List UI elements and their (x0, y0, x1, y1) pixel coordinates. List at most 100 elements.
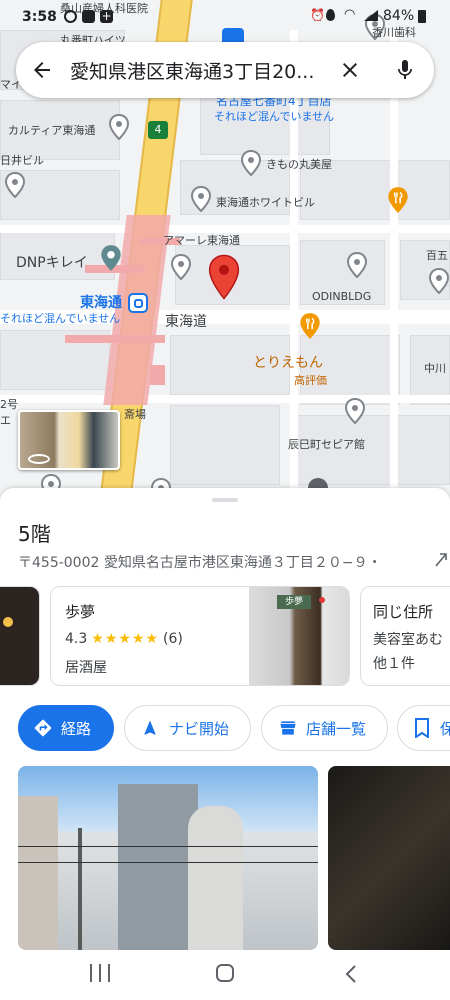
poi-pin-icon[interactable] (190, 186, 212, 212)
map-label[interactable]: 東海通ホワイトビル (216, 194, 315, 210)
map-block (170, 405, 280, 485)
recent-apps-button[interactable] (90, 964, 110, 984)
map-label[interactable]: ODINBLDG (312, 290, 371, 303)
place-category: 居酒屋 (65, 660, 107, 676)
start-navigation-button[interactable]: ナビ開始 (124, 705, 251, 751)
plus-icon: + (100, 9, 113, 23)
map-label[interactable]: 辰巳町セピア館 (288, 436, 365, 452)
bookmark-icon (415, 718, 429, 738)
poi-pin-icon[interactable] (240, 150, 262, 176)
photo-building (188, 806, 243, 950)
arrow-left-icon[interactable] (30, 58, 54, 82)
photo-wire (18, 862, 318, 863)
bar (108, 964, 110, 982)
app-notification-icon (82, 10, 95, 23)
bar (90, 964, 92, 982)
poi-pin-icon[interactable] (108, 114, 130, 140)
same-address-title: 同じ住所 (373, 603, 434, 621)
shop-sign: 歩夢 (277, 595, 311, 609)
same-address-more: 他１件 (373, 656, 415, 672)
place-photo[interactable]: 歩夢 (249, 587, 349, 685)
place-bottom-sheet[interactable]: 5階 〒455-0002 愛知県名古屋市港区東海通３丁目２０−９・ 歩夢 4.3… (0, 488, 450, 950)
status-bar: 桑山産婦人科医院 3:58 + ⏰ ◠ 84% 香川歯科 (0, 0, 450, 39)
location-icon (326, 9, 335, 21)
store-list-button[interactable]: 店舗一覧 (261, 705, 388, 751)
place-photo-secondary[interactable] (328, 766, 450, 950)
poi-pin-icon[interactable] (170, 254, 192, 280)
nearby-place-name: 歩夢 (65, 603, 96, 621)
status-time: 3:58 (22, 9, 57, 25)
start-navigation-label: ナビ開始 (169, 719, 230, 738)
train-station-icon[interactable] (128, 293, 148, 313)
store-list-label: 店舗一覧 (306, 719, 367, 738)
map-label[interactable]: 斎場 (124, 406, 146, 422)
restaurant-pin-icon[interactable] (298, 312, 322, 340)
rating-label: 高評価 (294, 374, 327, 387)
map-label: 2号 (0, 398, 18, 411)
photo-wire (18, 846, 318, 847)
map-label[interactable]: カルティア東海通 (8, 122, 95, 138)
map-label: 中川 (424, 362, 446, 375)
street-view-360-icon (28, 454, 50, 464)
nearby-photo-card[interactable] (0, 586, 40, 686)
review-count: (6) (163, 631, 183, 647)
photo-light (319, 597, 325, 603)
microphone-icon[interactable] (393, 58, 417, 82)
place-photo-main[interactable] (18, 766, 318, 950)
crowd-label: それほど混んでいません (214, 110, 335, 123)
crowd-label: それほど混んでいません (0, 312, 121, 325)
restaurant-pin-icon[interactable] (386, 186, 410, 214)
nearby-place-card[interactable]: 歩夢 4.3 ★★★★★ (6) 居酒屋 歩夢 (50, 586, 350, 686)
close-icon[interactable] (338, 58, 362, 82)
map-road (390, 30, 398, 500)
map-label[interactable]: DNPキレイ (16, 252, 88, 272)
storefront-icon (280, 721, 296, 735)
rating-value: 4.3 (65, 631, 88, 647)
drag-handle[interactable] (212, 498, 238, 502)
system-navigation-bar (0, 950, 450, 1000)
map-label: エ (0, 414, 11, 427)
station-label[interactable]: 東海通 (80, 292, 122, 312)
street-label: 東海道 (165, 314, 207, 330)
poi-pin-icon[interactable] (344, 398, 366, 424)
same-address-card[interactable]: 同じ住所 美容室あむ 他１件 (360, 586, 450, 686)
map-label[interactable]: アマーレ東海通 (163, 232, 240, 248)
wifi-icon: ◠ (344, 7, 356, 22)
home-button[interactable] (216, 964, 234, 982)
map-label[interactable]: きもの丸美屋 (266, 156, 332, 172)
station-passage (150, 365, 165, 385)
signal-icon (364, 10, 378, 21)
navigation-arrow-icon (144, 720, 156, 735)
map-label[interactable]: 日井ビル (0, 152, 44, 168)
poi-pin-icon[interactable] (346, 252, 368, 278)
save-button[interactable]: 保 (397, 705, 450, 751)
back-button[interactable] (344, 964, 358, 984)
restaurant-label[interactable]: とりえもん (253, 352, 323, 372)
photo-building (18, 796, 58, 950)
directions-icon (34, 719, 52, 737)
directions-label: 経路 (61, 719, 92, 738)
map-label[interactable]: 百五 (426, 247, 448, 263)
map-road (0, 395, 450, 403)
star-rating-icon: ★★★★★ (91, 631, 160, 647)
directions-button[interactable]: 経路 (18, 705, 114, 751)
search-query[interactable]: 愛知県港区東海通3丁目20... (70, 57, 314, 84)
bar (99, 964, 101, 982)
battery-icon (418, 10, 426, 23)
app-notification-icon (64, 10, 77, 23)
selected-location-pin-icon[interactable] (208, 254, 240, 300)
store-pin-icon[interactable] (99, 244, 123, 272)
photo-light (3, 617, 13, 627)
phone-forward-icon (435, 553, 447, 567)
poi-pin-icon[interactable] (4, 172, 26, 198)
photo-building (118, 784, 198, 950)
map-label: 香川歯科 (372, 26, 416, 39)
battery-percent: 84% (383, 8, 415, 24)
alarm-icon: ⏰ (310, 8, 325, 22)
station-passage (65, 335, 165, 343)
save-label: 保 (440, 719, 450, 738)
poi-pin-icon[interactable] (428, 268, 450, 294)
same-address-item: 美容室あむ (373, 632, 443, 648)
search-bar[interactable]: 愛知県港区東海通3丁目20... (16, 42, 434, 98)
street-view-thumbnail[interactable] (18, 410, 120, 470)
